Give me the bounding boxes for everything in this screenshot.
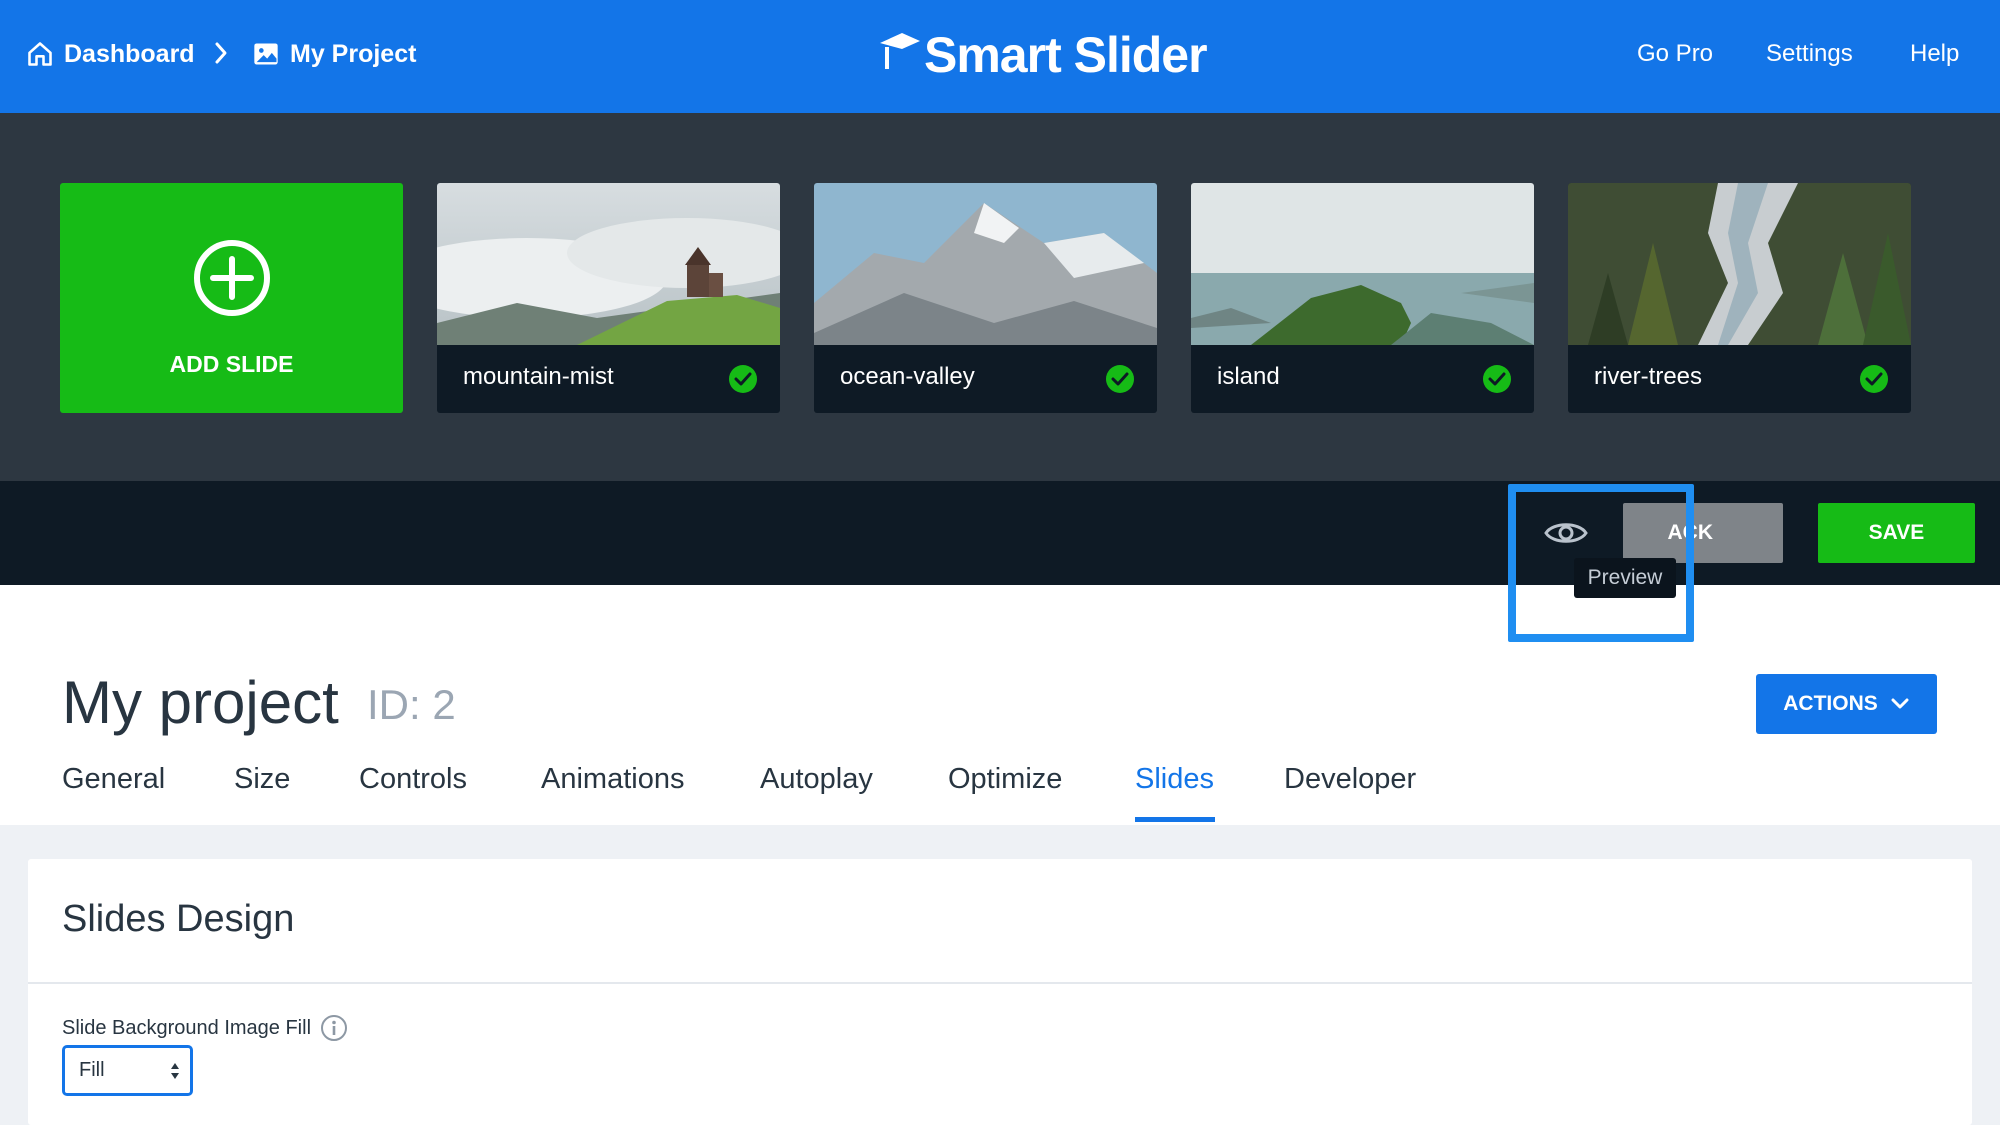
breadcrumb-project[interactable]: My Project: [252, 34, 416, 74]
slide-card-mountain-mist[interactable]: mountain-mist: [437, 183, 780, 413]
breadcrumb-dashboard-label: Dashboard: [64, 39, 195, 68]
help-link[interactable]: Help: [1910, 34, 1959, 74]
breadcrumb-project-label: My Project: [290, 39, 417, 68]
tab-optimize[interactable]: Optimize: [948, 763, 1062, 796]
slide-card-ocean-valley[interactable]: ocean-valley: [814, 183, 1157, 413]
tab-developer[interactable]: Developer: [1284, 763, 1416, 796]
select-value: Fill: [79, 1059, 105, 1081]
actions-label: ACTIONS: [1783, 692, 1878, 715]
slide-title: river-trees: [1594, 363, 1703, 390]
tab-slides[interactable]: Slides: [1135, 763, 1214, 796]
divider: [28, 982, 1972, 984]
page-title: My project: [62, 669, 339, 736]
check-circle-icon: [1860, 365, 1888, 393]
go-pro-link[interactable]: Go Pro: [1637, 34, 1713, 74]
background-fill-select[interactable]: Fill: [62, 1045, 193, 1096]
highlight-box: [1508, 484, 1694, 642]
add-slide-label: ADD SLIDE: [169, 351, 294, 377]
image-icon: [254, 43, 278, 65]
slide-thumbnail: [814, 183, 1157, 345]
slide-title: ocean-valley: [840, 363, 975, 390]
actions-button[interactable]: ACTIONS: [1756, 674, 1937, 734]
add-circle-icon: [194, 240, 270, 316]
breadcrumb-dashboard[interactable]: Dashboard: [26, 34, 195, 74]
field-label: Slide Background Image Fill: [62, 1014, 348, 1042]
save-button[interactable]: SAVE: [1818, 503, 1975, 563]
slide-thumbnail: [1191, 183, 1534, 345]
home-icon: [28, 42, 52, 66]
tab-animations[interactable]: Animations: [541, 763, 684, 796]
check-circle-icon: [729, 365, 757, 393]
check-circle-icon: [1483, 365, 1511, 393]
project-id: ID: 2: [367, 681, 456, 728]
section-title: Slides Design: [62, 898, 295, 940]
logo-text: Smart Slider: [924, 27, 1208, 83]
app-logo: Smart Slider: [878, 20, 1208, 90]
info-icon[interactable]: [320, 1014, 348, 1042]
slide-thumbnail: [437, 183, 780, 345]
settings-link[interactable]: Settings: [1766, 34, 1853, 74]
slide-card-island[interactable]: island: [1191, 183, 1534, 413]
slide-card-river-trees[interactable]: river-trees: [1568, 183, 1911, 413]
active-tab-indicator: [1135, 817, 1215, 822]
check-circle-icon: [1106, 365, 1134, 393]
chevron-down-icon: [1891, 698, 1909, 709]
field-label-text: Slide Background Image Fill: [62, 1016, 312, 1039]
graduation-cap-icon: [880, 33, 920, 69]
tab-controls[interactable]: Controls: [359, 763, 467, 796]
chevron-right-icon: [212, 40, 230, 71]
settings-panel: [28, 859, 1972, 1125]
tab-general[interactable]: General: [62, 763, 165, 796]
slide-title: mountain-mist: [463, 363, 614, 390]
tab-autoplay[interactable]: Autoplay: [760, 763, 873, 796]
select-arrows-icon: [171, 1063, 179, 1079]
tab-size[interactable]: Size: [234, 763, 290, 796]
add-slide-button[interactable]: ADD SLIDE: [60, 183, 403, 413]
slide-thumbnail: [1568, 183, 1911, 345]
slide-title: island: [1217, 363, 1280, 390]
